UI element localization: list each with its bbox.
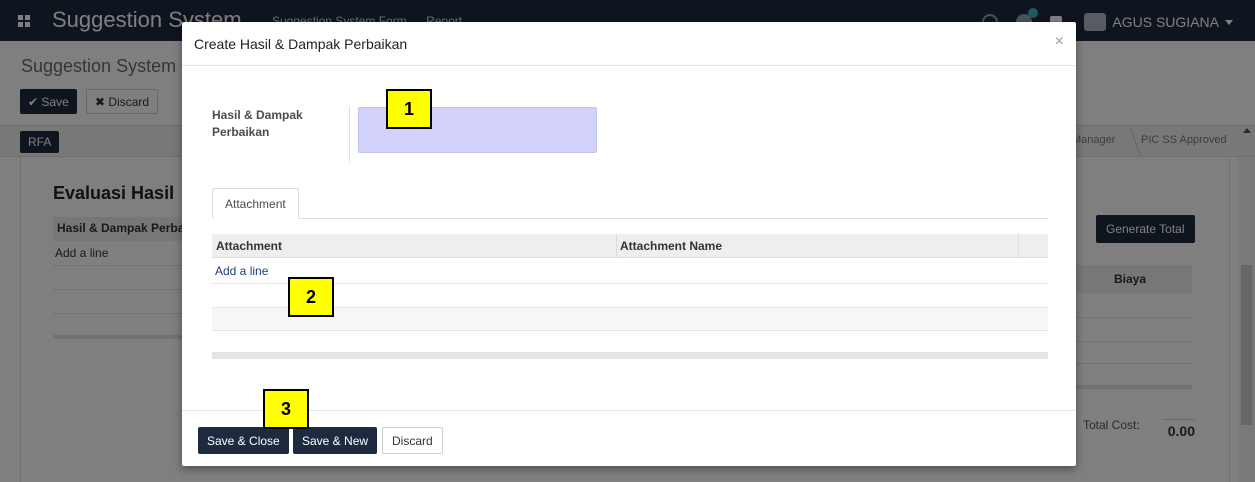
discard-button[interactable]: Discard: [382, 427, 443, 454]
callout-badge-1: 1: [386, 89, 432, 129]
modal-footer: Save & Close Save & New Discard: [182, 410, 1076, 466]
save-close-button[interactable]: Save & Close: [198, 427, 289, 454]
field-divider: [349, 106, 350, 162]
field-label-hasil-dampak: Hasil & Dampak Perbaikan: [212, 108, 303, 139]
notebook-tabs: Attachment: [212, 188, 1048, 219]
row-divider: [212, 330, 1048, 331]
tab-attachment[interactable]: Attachment: [212, 188, 299, 219]
create-dialog: Create Hasil & Dampak Perbaikan × Hasil …: [182, 22, 1076, 466]
save-new-button[interactable]: Save & New: [293, 427, 378, 454]
attachment-table-header: Attachment Attachment Name: [212, 234, 1048, 258]
add-line-link[interactable]: Add a line: [215, 264, 268, 278]
attachment-table-footer: [212, 352, 1048, 359]
row-divider: [212, 283, 1048, 284]
column-attachment[interactable]: Attachment: [216, 239, 282, 253]
modal-header: Create Hasil & Dampak Perbaikan ×: [182, 22, 1076, 66]
column-separator: [616, 234, 617, 258]
row-divider: [212, 307, 1048, 308]
modal-title: Create Hasil & Dampak Perbaikan: [194, 36, 408, 52]
empty-row: [212, 307, 1048, 330]
callout-badge-2: 2: [288, 277, 334, 317]
callout-badge-3: 3: [263, 389, 309, 429]
close-icon[interactable]: ×: [1055, 33, 1064, 51]
column-separator: [1018, 234, 1019, 258]
column-attachment-name[interactable]: Attachment Name: [620, 239, 722, 253]
